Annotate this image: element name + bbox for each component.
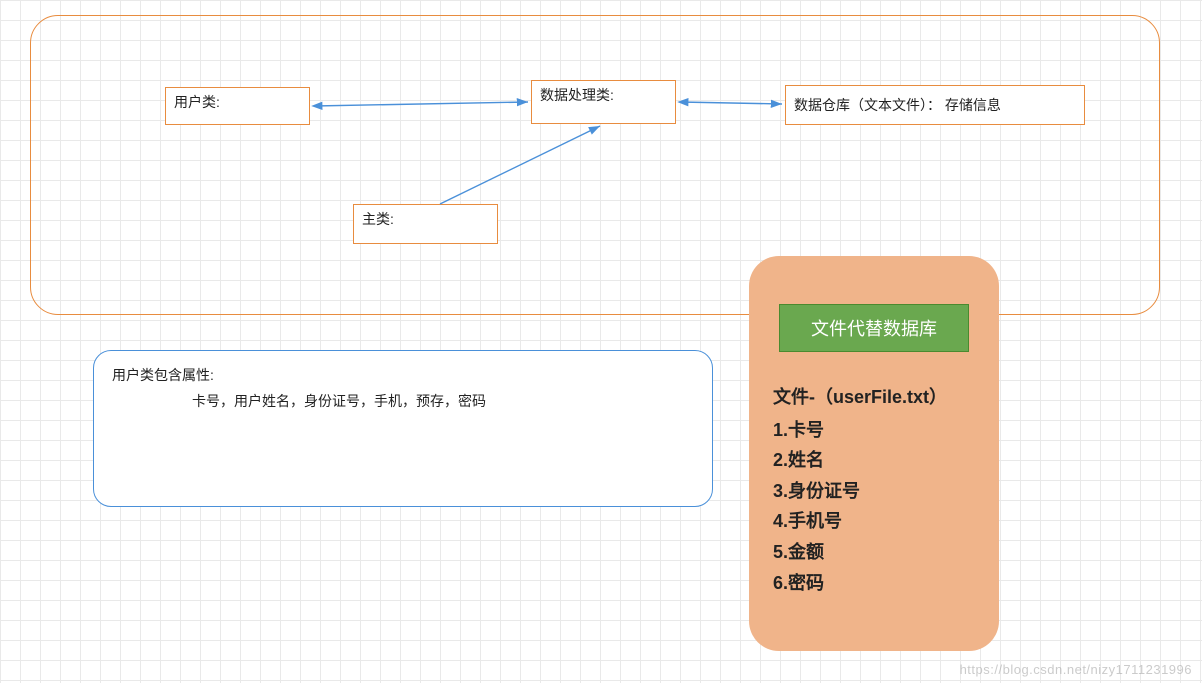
file-item: 2.姓名 xyxy=(773,445,981,476)
file-item: 4.手机号 xyxy=(773,506,981,537)
node-user-class: 用户类: xyxy=(165,87,310,125)
user-attributes-panel: 用户类包含属性: 卡号，用户姓名，身份证号，手机，预存，密码 xyxy=(93,350,713,507)
node-proc-label: 数据处理类: xyxy=(540,85,614,105)
node-store-label: 数据仓库（文本文件）： 存储信息 xyxy=(794,95,1001,115)
file-item: 3.身份证号 xyxy=(773,476,981,507)
file-item: 6.密码 xyxy=(773,568,981,599)
node-data-store: 数据仓库（文本文件）： 存储信息 xyxy=(785,85,1085,125)
file-item: 5.金额 xyxy=(773,537,981,568)
node-user-label: 用户类: xyxy=(174,92,220,112)
watermark: https://blog.csdn.net/nizy1711231996 xyxy=(960,662,1192,677)
node-main-label: 主类: xyxy=(362,209,394,229)
file-panel: 文件代替数据库 文件-（userFile.txt） 1.卡号 2.姓名 3.身份… xyxy=(749,256,999,651)
node-main-class: 主类: xyxy=(353,204,498,244)
node-data-processing-class: 数据处理类: xyxy=(531,80,676,124)
file-panel-title: 文件代替数据库 xyxy=(779,304,969,352)
file-item: 1.卡号 xyxy=(773,415,981,446)
file-panel-list: 文件-（userFile.txt） 1.卡号 2.姓名 3.身份证号 4.手机号… xyxy=(767,382,981,598)
user-attributes-title: 用户类包含属性: xyxy=(112,365,694,385)
user-attributes-body: 卡号，用户姓名，身份证号，手机，预存，密码 xyxy=(192,391,694,411)
file-panel-heading: 文件-（userFile.txt） xyxy=(773,382,981,413)
